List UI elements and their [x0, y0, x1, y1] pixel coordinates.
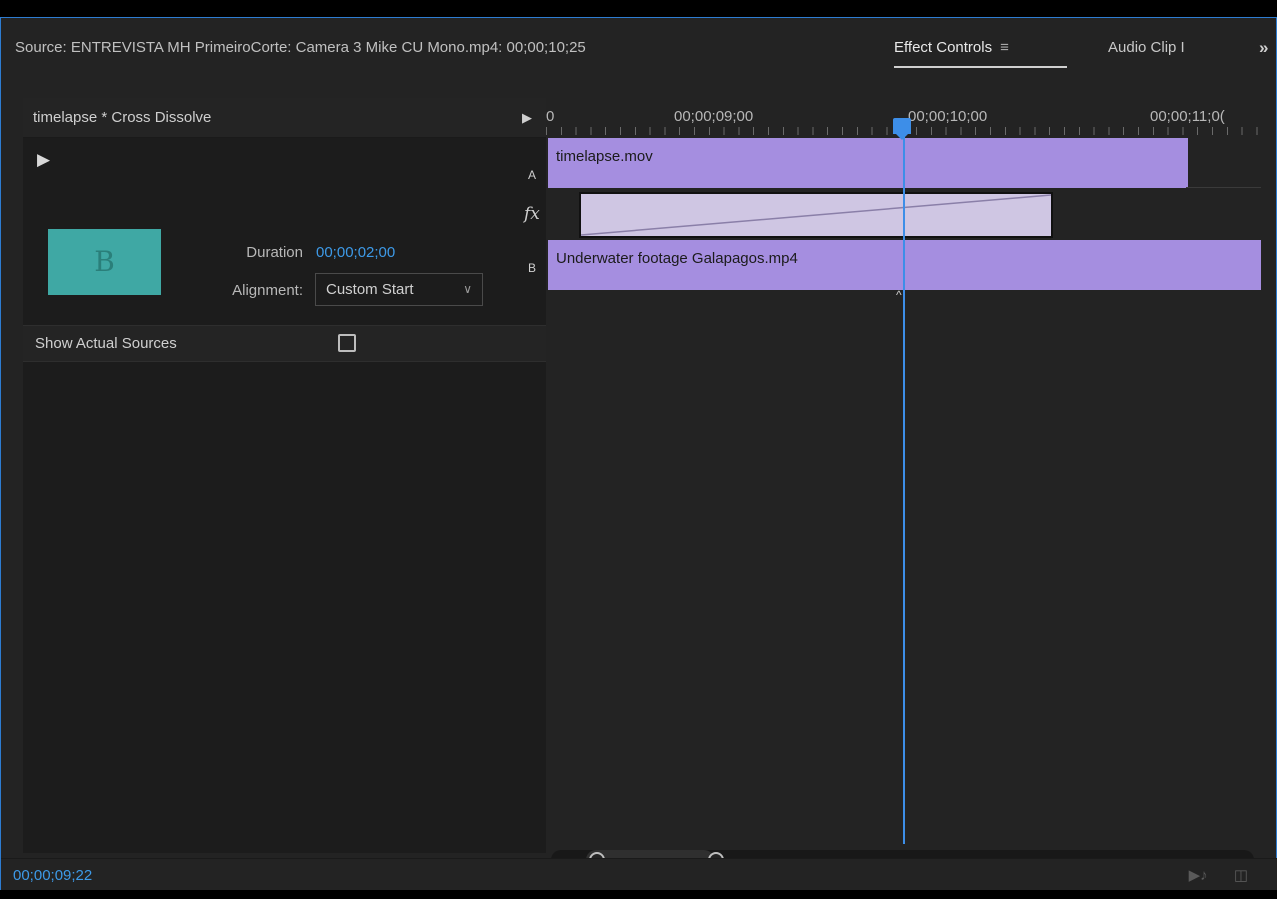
export-icon[interactable]: ◫	[1234, 867, 1248, 884]
hamburger-menu-icon[interactable]: ≡	[1000, 39, 1009, 56]
track-b-label: B	[528, 261, 537, 275]
tab-effect-controls[interactable]: Effect Controls ≡	[894, 18, 1009, 80]
duration-label: Duration	[246, 244, 303, 261]
show-actual-sources-checkbox[interactable]	[338, 334, 356, 352]
active-tab-underline	[894, 66, 1067, 68]
panel-tab-bar: Source: ENTREVISTA MH PrimeiroCorte: Cam…	[1, 18, 1276, 80]
more-tabs-icon[interactable]: »	[1259, 18, 1268, 80]
playhead-line[interactable]	[903, 132, 905, 844]
track-a-end-line	[1186, 187, 1261, 188]
track-a-label: A	[528, 168, 537, 182]
tab-source[interactable]: Source: ENTREVISTA MH PrimeiroCorte: Cam…	[15, 18, 586, 80]
chevron-down-icon: ∨	[463, 282, 472, 296]
bottom-icons: ▶♪ ◫	[1167, 866, 1248, 884]
alignment-label: Alignment:	[232, 282, 303, 299]
caret-up-icon: ^	[896, 288, 902, 302]
play-audio-icon[interactable]: ▶♪	[1189, 867, 1208, 884]
ruler-timecode-2: 00;00;10;00	[908, 108, 988, 125]
transition-timeline: 0 00;00;09;00 00;00;10;00 00;00;11;0( ti…	[546, 98, 1261, 873]
ruler-timecode-3: 00;00;11;0(	[1150, 108, 1225, 125]
transition-header: timelapse * Cross Dissolve ▶	[23, 98, 546, 138]
clip-a-label: timelapse.mov	[556, 148, 653, 165]
playhead-handle[interactable]	[893, 118, 911, 140]
tab-effect-controls-label: Effect Controls	[894, 39, 993, 56]
thumbnail-letter: B	[94, 245, 115, 278]
duration-value[interactable]: 00;00;02;00	[316, 244, 395, 261]
status-bar: 00;00;09;22 ▶♪ ◫	[1, 858, 1277, 890]
transition-settings: timelapse * Cross Dissolve ▶ ▶ B Duratio…	[23, 98, 546, 853]
transition-thumbnail: B	[48, 229, 161, 295]
current-timecode[interactable]: 00;00;09;22	[13, 867, 92, 884]
ruler-start-label: 0	[546, 108, 555, 125]
transition-ramp-line	[581, 194, 1051, 236]
ruler-timecode-1: 00;00;09;00	[674, 108, 754, 125]
tab-audio-clip[interactable]: Audio Clip I	[1108, 18, 1218, 80]
alignment-select[interactable]: Custom Start ∨	[315, 273, 483, 306]
clip-b-label: Underwater footage Galapagos.mp4	[556, 250, 798, 267]
play-preview-icon[interactable]: ▶	[37, 150, 50, 170]
clip-a[interactable]: timelapse.mov	[548, 138, 1188, 188]
effect-controls-panel: Source: ENTREVISTA MH PrimeiroCorte: Cam…	[0, 17, 1277, 890]
show-actual-sources-label: Show Actual Sources	[35, 335, 177, 352]
transition-title: timelapse * Cross Dissolve	[33, 109, 212, 126]
fx-label: fx	[524, 204, 540, 224]
show-actual-sources-row: Show Actual Sources	[23, 326, 546, 362]
expand-arrow-icon[interactable]: ▶	[522, 98, 532, 138]
transition-graph[interactable]	[579, 192, 1053, 238]
alignment-value: Custom Start	[326, 281, 414, 298]
